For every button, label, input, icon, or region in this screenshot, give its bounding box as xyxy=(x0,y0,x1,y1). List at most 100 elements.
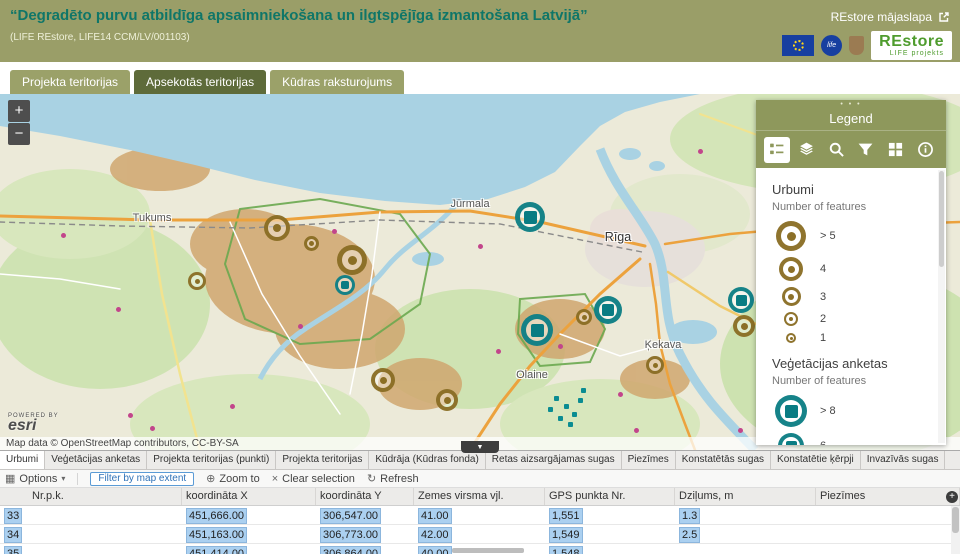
map-tab[interactable]: Kūdras raksturojums xyxy=(270,70,404,94)
borehole-cluster-marker[interactable] xyxy=(337,245,367,275)
table-cell: 1.3 xyxy=(675,506,816,524)
legend-section: Veģetācijas anketasNumber of features> 8… xyxy=(772,356,946,445)
basemap-grid-icon[interactable] xyxy=(882,137,908,163)
layers-icon[interactable] xyxy=(793,137,819,163)
table-cell: 2.5 xyxy=(675,525,816,543)
legend-item: 4 xyxy=(772,257,946,281)
table-tab[interactable]: Veģetācijas anketas xyxy=(45,451,147,469)
page-title: “Degradēto purvu atbildīga apsaimniekoša… xyxy=(10,7,588,24)
zoom-in-button[interactable]: + xyxy=(8,100,30,122)
column-header[interactable]: GPS punkta Nr. xyxy=(545,488,675,505)
column-header[interactable]: Nr.p.k. xyxy=(0,488,182,505)
column-header[interactable]: Zemes virsma vjl. xyxy=(414,488,545,505)
table-tab[interactable]: Kūdrāja (Kūdras fonda) xyxy=(369,451,485,469)
table-horizontal-scroll-thumb[interactable] xyxy=(452,548,524,553)
table-tab[interactable]: Urbumi xyxy=(0,451,45,469)
borehole-dot-symbol xyxy=(653,363,658,368)
restore-homepage-link[interactable]: REstore mājaslapa xyxy=(831,10,950,24)
table-cell: 306,547.00 xyxy=(316,506,414,524)
legend-scroll-thumb[interactable] xyxy=(939,171,944,267)
esri-brand: esri xyxy=(8,419,59,433)
legend-scrollbar[interactable] xyxy=(938,170,945,443)
filter-icon[interactable] xyxy=(853,137,879,163)
cell-value: 1.3 xyxy=(679,508,700,524)
vegetation-square-symbol xyxy=(531,324,544,337)
vegetation-cluster-marker[interactable] xyxy=(521,314,553,346)
life-programme-logo: life xyxy=(821,35,842,56)
legend-toolbar xyxy=(756,130,946,168)
map-tab[interactable]: Projekta teritorijas xyxy=(10,70,130,94)
panel-drag-dots[interactable]: • • • xyxy=(756,101,946,109)
table-vertical-scrollbar[interactable] xyxy=(951,506,960,554)
column-header[interactable]: Piezīmes xyxy=(816,488,960,505)
table-tab[interactable]: Konstatētās sugas xyxy=(676,451,771,469)
column-header[interactable]: koordināta X xyxy=(182,488,316,505)
borehole-cluster-marker[interactable] xyxy=(304,236,319,251)
cell-value: 33 xyxy=(4,508,22,524)
borehole-cluster-marker[interactable] xyxy=(733,315,755,337)
column-header[interactable]: koordināta Y xyxy=(316,488,414,505)
table-cell: 1,549 xyxy=(545,525,675,543)
clear-selection-button[interactable]: × Clear selection xyxy=(272,473,355,485)
vegetation-cluster-marker[interactable] xyxy=(594,296,622,324)
table-row[interactable]: 33451,666.00306,547.0041.001,5511.3 xyxy=(0,506,960,525)
borehole-cluster-marker[interactable] xyxy=(436,389,458,411)
legend-symbol-wrap xyxy=(772,433,810,445)
cell-value: 451,666.00 xyxy=(186,508,247,524)
info-icon[interactable] xyxy=(912,137,938,163)
table-plus-icon[interactable]: + xyxy=(946,491,958,503)
borehole-cluster-marker[interactable] xyxy=(188,272,206,290)
vegetation-cluster-marker[interactable] xyxy=(728,287,754,313)
restore-logo-text: REstore xyxy=(879,33,944,50)
filter-by-map-extent-button[interactable]: Filter by map extent xyxy=(90,472,194,486)
options-button[interactable]: ▦ Options ▾ xyxy=(5,472,65,485)
cell-value: 1,549 xyxy=(549,527,583,543)
external-link-icon xyxy=(938,11,950,23)
legend-item-label: 6 xyxy=(820,440,826,445)
map-tab-bar: Projekta teritorijasApsekotās teritorija… xyxy=(10,70,404,94)
table-tab[interactable]: Piezīmes xyxy=(622,451,676,469)
vegetation-square-symbol xyxy=(736,295,747,306)
table-tab[interactable]: Retas aizsargājamas sugas xyxy=(486,451,622,469)
table-cell: 35 xyxy=(0,544,182,554)
legend-section: UrbumiNumber of features> 54321 xyxy=(772,182,946,344)
borehole-dot-symbol xyxy=(741,323,748,330)
map-tab[interactable]: Apsekotās teritorijas xyxy=(134,70,266,94)
vegetation-cluster-marker[interactable] xyxy=(515,202,545,232)
zoom-to-button[interactable]: ⊕ Zoom to xyxy=(206,472,260,485)
legend-item: > 8 xyxy=(772,395,946,427)
zoom-to-icon: ⊕ xyxy=(206,472,215,485)
table-cell: 306,864.00 xyxy=(316,544,414,554)
table-tab[interactable]: Projekta teritorijas xyxy=(276,451,369,469)
legend-header[interactable]: • • • Legend xyxy=(756,100,946,130)
borehole-dot-symbol xyxy=(380,377,387,384)
table-cell: 306,773.00 xyxy=(316,525,414,543)
refresh-button[interactable]: ↻ Refresh xyxy=(367,472,419,485)
borehole-cluster-marker[interactable] xyxy=(371,368,395,392)
vegetation-cluster-marker[interactable] xyxy=(335,275,355,295)
coat-of-arms-logo xyxy=(849,36,864,55)
search-icon[interactable] xyxy=(823,137,849,163)
legend-icon[interactable] xyxy=(764,137,790,163)
borehole-legend-symbol xyxy=(779,257,803,281)
table-collapse-handle[interactable]: ▼ xyxy=(461,441,499,453)
borehole-cluster-marker[interactable] xyxy=(576,309,592,325)
borehole-cluster-marker[interactable] xyxy=(646,356,664,374)
borehole-cluster-marker[interactable] xyxy=(264,215,290,241)
eu-flag-logo xyxy=(782,35,814,56)
borehole-dot-symbol xyxy=(273,224,281,232)
table-row[interactable]: 34451,163.00306,773.0042.001,5492.5 xyxy=(0,525,960,544)
column-header[interactable]: Dziļums, m xyxy=(675,488,816,505)
table-tab[interactable]: Projekta teritorijas (punkti) xyxy=(147,451,276,469)
legend-item-label: > 5 xyxy=(820,230,836,242)
zoom-out-button[interactable]: − xyxy=(8,123,30,145)
chevron-down-icon: ▾ xyxy=(61,474,65,483)
table-tab[interactable]: Invazīvās sugas xyxy=(861,451,946,469)
table-scroll-thumb[interactable] xyxy=(952,507,959,533)
vegetation-square-symbol xyxy=(786,441,797,446)
cell-value: 306,864.00 xyxy=(320,546,381,554)
table-tab[interactable]: Konstatētie ķērpji xyxy=(771,451,861,469)
legend-item-label: 1 xyxy=(820,332,826,344)
cell-value: 2.5 xyxy=(679,527,700,543)
table-cell xyxy=(816,544,960,554)
